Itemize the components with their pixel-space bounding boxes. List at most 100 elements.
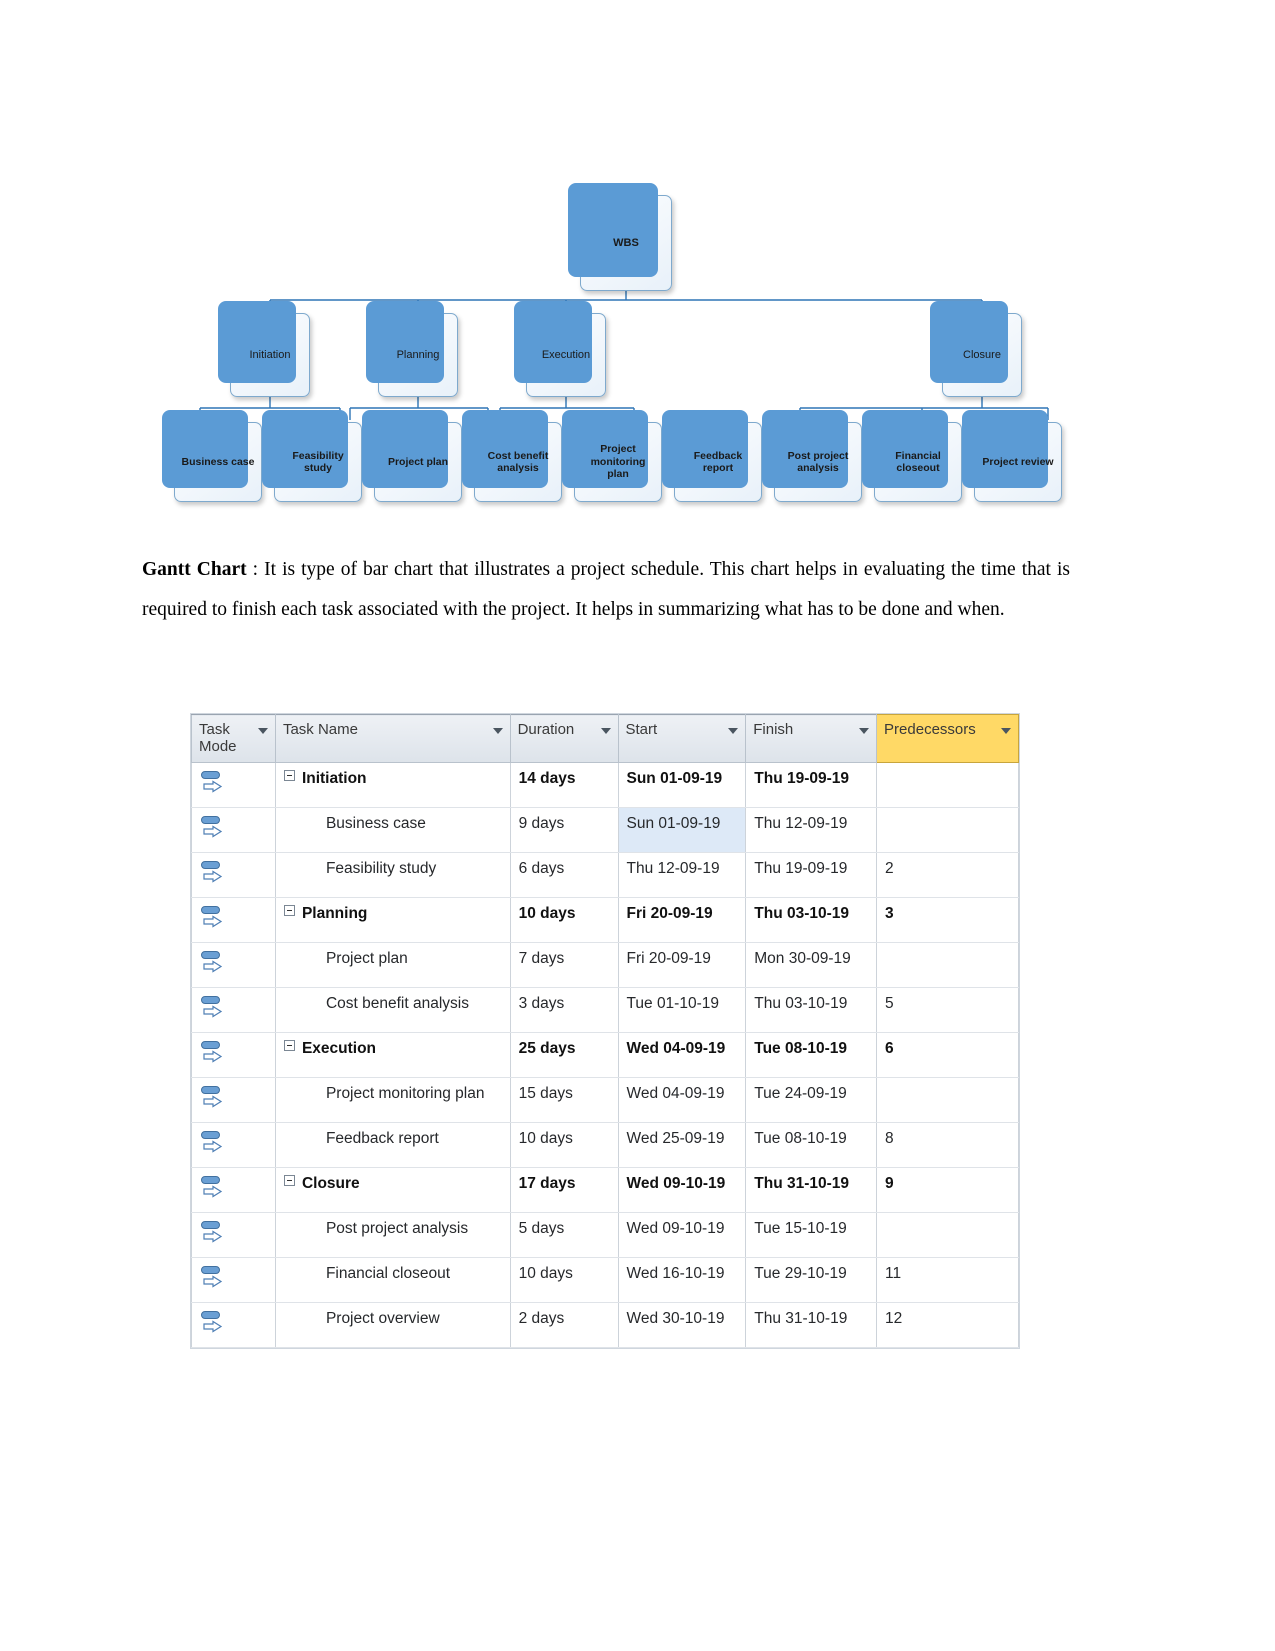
cell-predecessors[interactable]: 2 — [876, 852, 1019, 898]
cell-task-name[interactable]: Project overview — [274, 1302, 511, 1348]
cell-finish[interactable]: Mon 30-09-19 — [745, 942, 878, 988]
cell-predecessors[interactable] — [876, 1212, 1019, 1258]
cell-predecessors[interactable] — [876, 762, 1019, 808]
cell-finish[interactable]: Thu 03-10-19 — [745, 987, 878, 1033]
cell-task-name[interactable]: Closure — [274, 1167, 511, 1213]
chevron-down-icon[interactable] — [859, 728, 870, 734]
table-row[interactable]: Planning 10 days Fri 20-09-19 Thu 03-10-19 3 — [191, 897, 1019, 943]
collapse-toggle-icon[interactable] — [283, 905, 295, 916]
cell-finish[interactable]: Thu 31-10-19 — [745, 1302, 878, 1348]
table-row[interactable]: Business case 9 days Sun 01-09-19 Thu 12-09… — [191, 807, 1019, 853]
cell-task-mode[interactable] — [191, 942, 276, 988]
cell-start[interactable]: Wed 09-10-19 — [617, 1167, 747, 1213]
cell-duration[interactable]: 6 days — [509, 852, 619, 898]
cell-task-mode[interactable] — [191, 1302, 276, 1348]
table-row[interactable]: Feedback report 10 days Wed 25-09-19 Tue 08… — [191, 1122, 1019, 1168]
cell-finish[interactable]: Thu 19-09-19 — [745, 762, 878, 808]
cell-finish[interactable]: Thu 03-10-19 — [745, 897, 878, 943]
cell-task-name[interactable]: Cost benefit analysis — [274, 987, 511, 1033]
cell-start[interactable]: Wed 04-09-19 — [617, 1032, 747, 1078]
cell-finish[interactable]: Thu 19-09-19 — [745, 852, 878, 898]
table-row[interactable]: Closure 17 days Wed 09-10-19 Thu 31-10-19 9 — [191, 1167, 1019, 1213]
chevron-down-icon[interactable] — [600, 728, 611, 734]
cell-predecessors[interactable] — [876, 1077, 1019, 1123]
cell-start[interactable]: Wed 16-10-19 — [617, 1257, 747, 1303]
cell-duration[interactable]: 2 days — [509, 1302, 619, 1348]
cell-duration[interactable]: 10 days — [509, 1122, 619, 1168]
cell-finish[interactable]: Tue 15-10-19 — [745, 1212, 878, 1258]
chevron-down-icon[interactable] — [728, 728, 739, 734]
cell-task-mode[interactable] — [191, 1167, 276, 1213]
cell-duration[interactable]: 15 days — [509, 1077, 619, 1123]
cell-task-mode[interactable] — [191, 1122, 276, 1168]
cell-duration[interactable]: 14 days — [509, 762, 619, 808]
chevron-down-icon[interactable] — [1001, 728, 1011, 734]
column-header-duration[interactable]: Duration — [509, 714, 619, 763]
cell-task-name[interactable]: Project monitoring plan — [274, 1077, 511, 1123]
cell-start[interactable]: Wed 09-10-19 — [617, 1212, 747, 1258]
cell-finish[interactable]: Tue 29-10-19 — [745, 1257, 878, 1303]
cell-start[interactable]: Wed 04-09-19 — [617, 1077, 747, 1123]
table-row[interactable]: Financial closeout 10 days Wed 16-10-19 Tue… — [191, 1257, 1019, 1303]
column-header-finish[interactable]: Finish — [745, 714, 878, 763]
table-row[interactable]: Feasibility study 6 days Thu 12-09-19 Thu 1… — [191, 852, 1019, 898]
cell-start[interactable]: Fri 20-09-19 — [617, 942, 747, 988]
cell-task-name[interactable]: Project plan — [274, 942, 511, 988]
cell-start[interactable]: Thu 12-09-19 — [617, 852, 747, 898]
table-row[interactable]: Cost benefit analysis 3 days Tue 01-10-19 T… — [191, 987, 1019, 1033]
cell-predecessors[interactable]: 12 — [876, 1302, 1019, 1348]
cell-start[interactable]: Wed 30-10-19 — [617, 1302, 747, 1348]
cell-duration[interactable]: 9 days — [509, 807, 619, 853]
cell-task-name[interactable]: Post project analysis — [274, 1212, 511, 1258]
collapse-toggle-icon[interactable] — [283, 1040, 295, 1051]
table-row[interactable]: Project monitoring plan 15 days Wed 04-09-… — [191, 1077, 1019, 1123]
column-header-task-name[interactable]: Task Name — [274, 714, 511, 763]
table-row[interactable]: Initiation 14 days Sun 01-09-19 Thu 19-09-1… — [191, 762, 1019, 808]
chevron-down-icon[interactable] — [257, 728, 268, 734]
cell-finish[interactable]: Tue 24-09-19 — [745, 1077, 878, 1123]
column-header-start[interactable]: Start — [617, 714, 747, 763]
cell-start[interactable]: Wed 25-09-19 — [617, 1122, 747, 1168]
cell-duration[interactable]: 7 days — [509, 942, 619, 988]
chevron-down-icon[interactable] — [492, 728, 503, 734]
cell-start[interactable]: Sun 01-09-19 — [617, 807, 747, 853]
cell-start[interactable]: Tue 01-10-19 — [617, 987, 747, 1033]
collapse-toggle-icon[interactable] — [283, 770, 295, 781]
table-row[interactable]: Post project analysis 5 days Wed 09-10-19 T… — [191, 1212, 1019, 1258]
table-row[interactable]: Project plan 7 days Fri 20-09-19 Mon 30-09-… — [191, 942, 1019, 988]
cell-predecessors[interactable]: 8 — [876, 1122, 1019, 1168]
cell-task-name[interactable]: Initiation — [274, 762, 511, 808]
cell-task-name[interactable]: Financial closeout — [274, 1257, 511, 1303]
cell-task-mode[interactable] — [191, 897, 276, 943]
cell-predecessors[interactable]: 11 — [876, 1257, 1019, 1303]
cell-predecessors[interactable] — [876, 807, 1019, 853]
cell-duration[interactable]: 5 days — [509, 1212, 619, 1258]
table-row[interactable]: Project overview 2 days Wed 30-10-19 Thu 31… — [191, 1302, 1019, 1348]
cell-task-mode[interactable] — [191, 852, 276, 898]
cell-task-mode[interactable] — [191, 1077, 276, 1123]
cell-duration[interactable]: 10 days — [509, 1257, 619, 1303]
column-header-task-mode[interactable]: Task Mode — [191, 714, 276, 763]
cell-finish[interactable]: Thu 12-09-19 — [745, 807, 878, 853]
cell-predecessors[interactable]: 3 — [876, 897, 1019, 943]
cell-task-mode[interactable] — [191, 1032, 276, 1078]
cell-predecessors[interactable]: 5 — [876, 987, 1019, 1033]
cell-finish[interactable]: Tue 08-10-19 — [745, 1032, 878, 1078]
cell-task-mode[interactable] — [191, 762, 276, 808]
cell-predecessors[interactable]: 6 — [876, 1032, 1019, 1078]
cell-task-name[interactable]: Feedback report — [274, 1122, 511, 1168]
table-row[interactable]: Execution 25 days Wed 04-09-19 Tue 08-10-19… — [191, 1032, 1019, 1078]
cell-task-mode[interactable] — [191, 987, 276, 1033]
cell-task-name[interactable]: Execution — [274, 1032, 511, 1078]
cell-finish[interactable]: Thu 31-10-19 — [745, 1167, 878, 1213]
cell-start[interactable]: Fri 20-09-19 — [617, 897, 747, 943]
collapse-toggle-icon[interactable] — [283, 1175, 295, 1186]
column-header-predecessors[interactable]: Predecessors — [876, 714, 1019, 763]
cell-task-name[interactable]: Feasibility study — [274, 852, 511, 898]
cell-task-name[interactable]: Business case — [274, 807, 511, 853]
cell-start[interactable]: Sun 01-09-19 — [617, 762, 747, 808]
cell-finish[interactable]: Tue 08-10-19 — [745, 1122, 878, 1168]
cell-duration[interactable]: 3 days — [509, 987, 619, 1033]
cell-predecessors[interactable] — [876, 942, 1019, 988]
cell-duration[interactable]: 17 days — [509, 1167, 619, 1213]
